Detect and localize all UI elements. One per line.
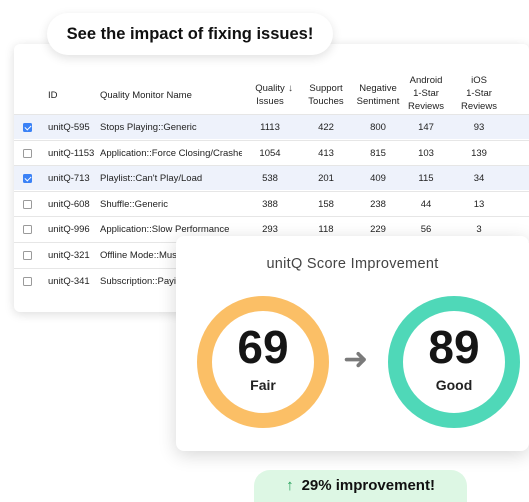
cell-quality: 388 <box>262 198 278 210</box>
row-checkbox[interactable] <box>23 225 32 235</box>
cell-android: 44 <box>420 198 432 210</box>
cell-support: 158 <box>318 198 334 210</box>
arrow-down-icon[interactable]: ↓ <box>288 83 293 94</box>
score-after-value: 89 <box>428 321 480 373</box>
cell-name: Stops Playing::Generic <box>100 122 197 133</box>
cell-support: 422 <box>318 122 334 133</box>
row-checkbox[interactable] <box>23 148 32 158</box>
col-id-header[interactable]: ID <box>48 89 58 102</box>
row-checkbox[interactable] <box>23 251 32 260</box>
improvement-text: 29% improvement! <box>301 477 435 494</box>
cell-android: 147 <box>418 122 434 133</box>
cell-id: unitQ-1153 <box>48 147 95 159</box>
table-row[interactable]: unitQ-608 Shuffle::Generic 388 158 238 44 13 <box>14 190 529 216</box>
table-row[interactable]: unitQ-595 Stops Playing::Generic 1113 422 80… <box>14 114 529 139</box>
score-before-label: Fair <box>250 377 276 393</box>
cell-negative: 409 <box>370 173 386 185</box>
cell-id: unitQ-713 <box>48 173 90 185</box>
score-before-ring: 69 Fair <box>197 296 329 428</box>
cell-negative: 238 <box>370 198 386 210</box>
arrow-up-icon: ↑ <box>286 477 294 494</box>
cell-name: Shuffle::Generic <box>100 198 168 210</box>
table-row[interactable]: unitQ-713 Playlist::Can't Play/Load 538 201… <box>14 165 529 191</box>
cell-negative: 800 <box>370 122 386 133</box>
cell-quality: 1054 <box>259 147 281 159</box>
col-support-header[interactable]: Support Touches <box>303 82 349 108</box>
row-checkbox[interactable] <box>23 123 32 132</box>
col-quality-header[interactable]: Quality Issues <box>252 82 288 108</box>
col-ios-header[interactable]: iOS 1-Star Reviews <box>457 74 501 113</box>
score-before-value: 69 <box>237 321 289 373</box>
score-after-label: Good <box>435 377 473 393</box>
cell-support: 201 <box>318 173 334 185</box>
cell-ios: 34 <box>473 173 485 185</box>
score-title: unitQ Score Improvement <box>266 256 439 272</box>
score-improvement-card: unitQ Score Improvement 69 Fair ➜ 89 Goo… <box>176 236 529 451</box>
cell-support: 413 <box>318 147 334 159</box>
score-after-ring: 89 Good <box>388 296 520 428</box>
cell-name: Playlist::Can't Play/Load <box>100 173 203 185</box>
cell-ios: 93 <box>473 122 485 133</box>
cell-quality: 538 <box>262 173 278 185</box>
cell-quality: 1113 <box>260 122 280 133</box>
cell-id: unitQ-608 <box>48 198 90 210</box>
cell-id: unitQ-341 <box>48 275 90 287</box>
cell-ios: 139 <box>471 147 487 159</box>
row-checkbox[interactable] <box>23 199 32 209</box>
cell-id: unitQ-996 <box>48 224 90 236</box>
cell-id: unitQ-595 <box>48 122 90 133</box>
page-title: See the impact of fixing issues! <box>47 13 333 55</box>
row-checkbox[interactable] <box>23 276 32 286</box>
cell-android: 115 <box>418 173 434 185</box>
cell-ios: 13 <box>473 198 485 210</box>
cell-id: unitQ-321 <box>48 250 90 261</box>
cell-negative: 815 <box>370 147 386 159</box>
row-checkbox[interactable] <box>23 174 32 184</box>
arrow-right-icon: ➜ <box>343 343 369 376</box>
col-name-header[interactable]: Quality Monitor Name <box>100 89 192 102</box>
cell-android: 103 <box>418 147 434 159</box>
cell-name: Application::Force Closing/Crashes <box>100 147 242 159</box>
col-android-header[interactable]: Android 1-Star Reviews <box>404 74 448 113</box>
table-row[interactable]: unitQ-1153 Application::Force Closing/Cra… <box>14 139 529 165</box>
col-negative-header[interactable]: Negative Sentiment <box>350 82 406 108</box>
improvement-badge: ↑ 29% improvement! <box>254 470 467 502</box>
